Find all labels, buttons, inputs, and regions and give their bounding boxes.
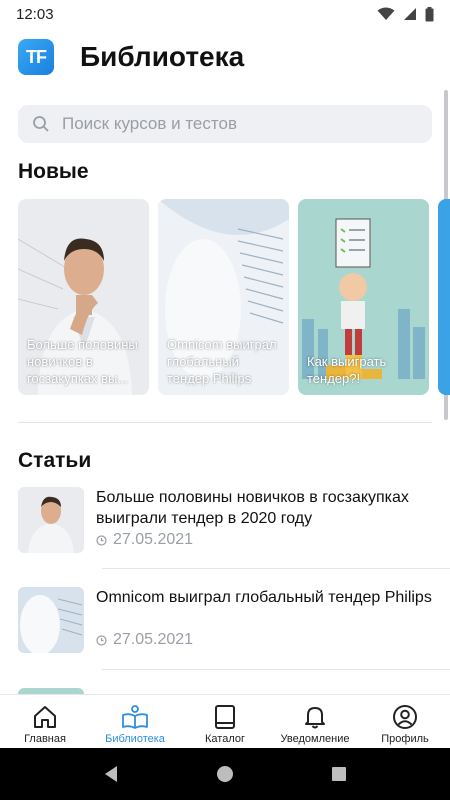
section-title-new: Новые xyxy=(18,160,89,183)
card-label: Как выиграть тендер?! xyxy=(307,354,387,386)
status-bar: 12:03 xyxy=(0,0,450,28)
article-date-text: 27.05.2021 xyxy=(113,631,194,648)
article-date-text: 27.05.2021 xyxy=(113,531,194,548)
recents-icon[interactable] xyxy=(330,765,348,783)
search-input[interactable] xyxy=(62,114,422,134)
article-divider xyxy=(102,669,450,670)
book-icon xyxy=(121,701,149,733)
app-header: TF Библиотека xyxy=(0,28,450,86)
section-divider xyxy=(18,422,432,423)
search-icon xyxy=(33,116,49,132)
article-date: 27.05.2021 xyxy=(96,631,193,649)
article-item[interactable]: Omnicom выиграл глобальный тендер Philip… xyxy=(18,587,432,655)
nav-item-notifications[interactable]: Уведомление xyxy=(270,695,360,748)
article-title: Omnicom выиграл глобальный тендер Philip… xyxy=(96,589,432,606)
clock-icon xyxy=(96,634,107,646)
battery-icon xyxy=(425,6,434,21)
article-thumbnail xyxy=(18,587,84,653)
profile-icon xyxy=(392,701,418,733)
content-area[interactable]: Новые Больше половины новичков в госзаку… xyxy=(0,90,450,694)
nav-item-profile[interactable]: Профиль xyxy=(360,695,450,748)
new-card[interactable]: Omnicom выиграл глобальный тендер Philip… xyxy=(158,199,289,395)
nav-label: Профиль xyxy=(381,733,429,745)
status-icons xyxy=(377,6,434,22)
nav-label: Каталог xyxy=(205,733,245,745)
bottom-nav: Главная Библиотека Каталог Уведомление П… xyxy=(0,694,450,748)
new-cards-carousel[interactable]: Больше половины новичков в госзакупках в… xyxy=(18,199,450,395)
signal-icon xyxy=(404,8,416,20)
nav-item-home[interactable]: Главная xyxy=(0,695,90,748)
app-logo: TF xyxy=(18,39,54,75)
home-icon xyxy=(32,701,58,733)
nav-item-library[interactable]: Библиотека xyxy=(90,695,180,748)
nav-label: Уведомление xyxy=(280,733,350,745)
wifi-icon xyxy=(377,7,395,20)
home-button-icon[interactable] xyxy=(216,765,234,783)
clock-icon xyxy=(96,534,107,546)
catalog-icon xyxy=(213,701,237,733)
status-time: 12:03 xyxy=(16,5,54,23)
logo-text: TF xyxy=(26,46,47,67)
card-label: Больше половины новичков в госзакупках в… xyxy=(27,337,138,386)
new-card[interactable]: Больше половины новичков в госзакупках в… xyxy=(18,199,149,395)
back-icon[interactable] xyxy=(102,765,120,783)
new-card[interactable]: Как выиграть тендер?! xyxy=(298,199,429,395)
article-date: 27.05.2021 xyxy=(96,531,193,549)
section-title-articles: Статьи xyxy=(18,449,92,472)
article-title: Больше половины новичков в госзакупках в… xyxy=(96,489,409,527)
nav-label: Главная xyxy=(24,733,66,745)
system-nav-bar xyxy=(0,748,450,800)
search-bar[interactable] xyxy=(18,105,432,143)
card-label: Omnicom выиграл глобальный тендер Philip… xyxy=(167,337,277,386)
nav-label: Библиотека xyxy=(105,733,165,745)
bell-icon xyxy=(303,701,327,733)
new-card-partial[interactable] xyxy=(438,199,450,395)
article-thumbnail xyxy=(18,487,84,553)
article-divider xyxy=(102,568,450,569)
nav-item-catalog[interactable]: Каталог xyxy=(180,695,270,748)
page-title: Библиотека xyxy=(80,41,245,72)
article-item[interactable]: Больше половины новичков в госзакупках в… xyxy=(18,487,432,555)
